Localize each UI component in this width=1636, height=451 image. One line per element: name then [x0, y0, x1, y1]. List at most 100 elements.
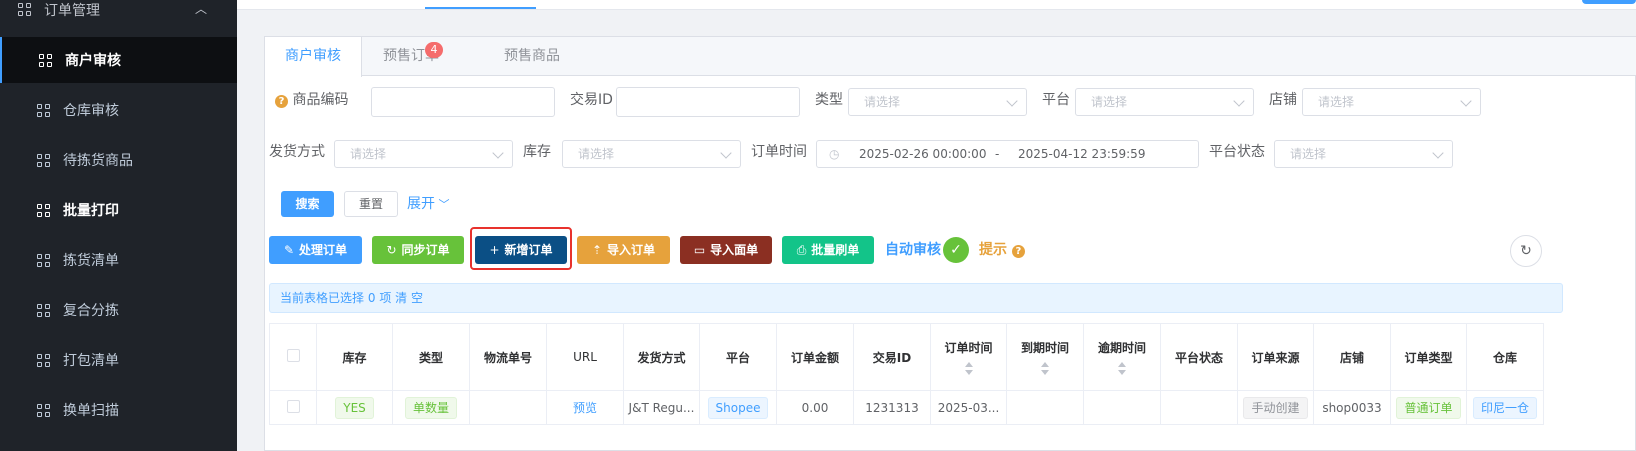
- sidebar-item-label: 商户审核: [65, 53, 121, 69]
- cell-due: [1006, 390, 1084, 425]
- header-corner-button[interactable]: [1582, 0, 1636, 4]
- ship-method-label: 发货方式: [269, 144, 325, 160]
- select-placeholder: 请选择: [578, 147, 615, 161]
- sidebar-item-pack-list[interactable]: 打包清单: [0, 337, 237, 383]
- cell-ship: J&T Regu...: [623, 390, 700, 425]
- edit-icon: ✎: [283, 243, 295, 257]
- col-header: 订单来源: [1237, 323, 1314, 391]
- sync-order-button[interactable]: ↻ 同步订单: [372, 236, 464, 264]
- chevron-down-icon: ﹀: [435, 198, 450, 211]
- process-order-button[interactable]: ✎ 处理订单: [269, 236, 362, 264]
- sidebar: 订单管理 ︿ 商户审核 仓库审核 待拣货商品 批量打印 拣货清单 复合分拣 打包…: [0, 0, 237, 451]
- main-card: 商户审核 预售订单 4 预售商品 ? 商品编码 交易ID 类型 请选择 平台 请…: [264, 36, 1636, 451]
- clear-selection-link[interactable]: 清 空: [395, 291, 423, 305]
- date-end: 2025-04-12 23:59:59: [1018, 147, 1146, 161]
- button-label: 导入面单: [710, 243, 759, 257]
- sidebar-item-merchant-review[interactable]: 商户审核: [0, 37, 237, 83]
- selection-prefix: 当前表格已选择: [280, 291, 365, 305]
- sort-icon[interactable]: [1040, 361, 1050, 376]
- trade-id-input[interactable]: [616, 87, 800, 117]
- sort-icon[interactable]: [964, 361, 974, 376]
- cell-overdue: [1083, 390, 1161, 425]
- select-placeholder: 请选择: [1318, 95, 1355, 109]
- import-waybill-button[interactable]: ▭ 导入面单: [680, 236, 772, 264]
- order-type-tag: 普通订单: [1396, 396, 1461, 419]
- sidebar-item-warehouse-review[interactable]: 仓库审核: [0, 87, 237, 133]
- col-header: 交易ID: [853, 323, 931, 391]
- store-select[interactable]: 请选择: [1302, 88, 1481, 116]
- col-header-sortable[interactable]: 订单时间: [930, 323, 1007, 391]
- sidebar-group-order-management[interactable]: 订单管理 ︿: [0, 0, 237, 38]
- help-icon[interactable]: ?: [1011, 245, 1025, 258]
- preview-link[interactable]: 预览: [573, 401, 597, 415]
- expand-link[interactable]: 展开 ﹀: [407, 189, 450, 220]
- hint-text: 提示: [979, 242, 1007, 258]
- product-code-input[interactable]: [371, 87, 555, 117]
- type-label: 类型: [815, 92, 843, 108]
- cell-amount: 0.00: [776, 390, 854, 425]
- chevron-down-icon: [492, 147, 504, 159]
- chevron-down-icon: [1006, 95, 1018, 107]
- reset-button[interactable]: 重置: [344, 191, 398, 217]
- platform-status-select[interactable]: 请选择: [1274, 140, 1453, 168]
- col-header: 类型: [392, 323, 470, 391]
- expand-text: 展开: [407, 196, 435, 212]
- col-header: 订单金额: [776, 323, 854, 391]
- order-time-label: 订单时间: [751, 144, 807, 160]
- search-button[interactable]: 搜索: [281, 191, 334, 217]
- sidebar-item-label: 待拣货商品: [63, 153, 133, 169]
- check-circle-icon[interactable]: ✓: [943, 237, 969, 263]
- button-label: 批量刷单: [811, 243, 860, 257]
- cell-tracking: [469, 390, 547, 425]
- cell-warehouse: 印尼一仓: [1466, 390, 1544, 425]
- chevron-down-icon: [1233, 95, 1245, 107]
- refresh-table-button[interactable]: ↻: [1510, 235, 1542, 267]
- batch-refresh-button[interactable]: ⎙ 批量刷单: [782, 236, 874, 264]
- stock-tag: YES: [335, 396, 374, 419]
- button-label: 导入订单: [607, 243, 656, 257]
- grid-icon: [18, 3, 32, 17]
- upload-icon: ⇡: [591, 243, 603, 257]
- cell-type: 单数量: [392, 390, 470, 425]
- col-header: 发货方式: [623, 323, 700, 391]
- sidebar-group-label: 订单管理: [44, 3, 100, 19]
- help-icon[interactable]: ?: [275, 95, 288, 108]
- import-order-button[interactable]: ⇡ 导入订单: [577, 236, 670, 264]
- sidebar-item-label: 换单扫描: [63, 403, 119, 419]
- sidebar-item-pick-list[interactable]: 拣货清单: [0, 237, 237, 283]
- col-header-sortable[interactable]: 逾期时间: [1083, 323, 1161, 391]
- selection-tip: 当前表格已选择 0 项 清 空: [269, 283, 1563, 313]
- cell-order-type: 普通订单: [1390, 390, 1467, 425]
- sidebar-item-swap-scan[interactable]: 换单扫描: [0, 387, 237, 433]
- col-header-sortable[interactable]: 到期时间: [1006, 323, 1084, 391]
- cell-url: 预览: [546, 390, 624, 425]
- order-time-range-picker[interactable]: ◷ 2025-02-26 00:00:00 - 2025-04-12 23:59…: [816, 140, 1199, 168]
- sort-icon[interactable]: [1117, 361, 1127, 376]
- type-select[interactable]: 请选择: [848, 88, 1027, 116]
- top-navbar: [237, 0, 1636, 10]
- header-label: 逾期时间: [1097, 340, 1146, 355]
- printer-icon: ⎙: [796, 243, 807, 257]
- col-header: 库存: [316, 323, 393, 391]
- select-all-checkbox[interactable]: [286, 349, 300, 362]
- store-label: 店铺: [1269, 92, 1297, 108]
- ship-method-select[interactable]: 请选择: [334, 140, 513, 168]
- tab-presale-products[interactable]: 预售商品: [504, 37, 560, 76]
- source-tag: 手动创建: [1243, 396, 1308, 419]
- cell-status: [1160, 390, 1238, 425]
- stock-select[interactable]: 请选择: [562, 140, 741, 168]
- add-order-button[interactable]: + 新增订单: [475, 236, 567, 264]
- table-row[interactable]: YES 单数量 预览 J&T Regu... Shopee 0.00 12313…: [269, 390, 1544, 425]
- warehouse-tag: 印尼一仓: [1472, 396, 1537, 419]
- hint-label: 提示 ?: [979, 235, 1025, 265]
- row-checkbox[interactable]: [286, 399, 300, 413]
- sidebar-item-pending-pick[interactable]: 待拣货商品: [0, 137, 237, 183]
- sidebar-item-composite-sort[interactable]: 复合分拣: [0, 287, 237, 333]
- select-all-cell: [269, 323, 317, 391]
- platform-status-label: 平台状态: [1209, 144, 1265, 160]
- sidebar-item-batch-print[interactable]: 批量打印: [0, 187, 237, 233]
- platform-select[interactable]: 请选择: [1075, 88, 1254, 116]
- select-placeholder: 请选择: [1290, 147, 1327, 161]
- tab-merchant-review[interactable]: 商户审核: [265, 37, 362, 77]
- grid-icon: [37, 104, 51, 118]
